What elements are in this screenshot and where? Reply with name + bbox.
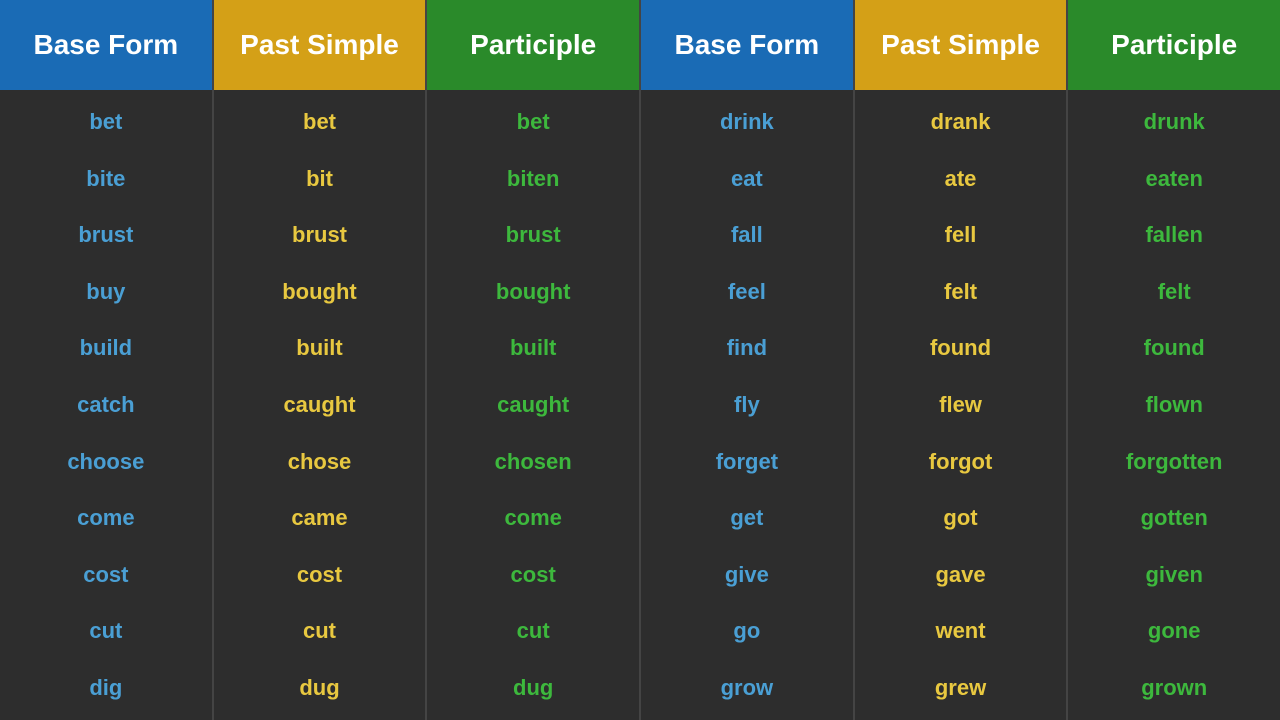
cell-0-8: cost [2, 546, 210, 603]
cell-2-4: built [429, 320, 637, 377]
col-header-2: Participle [427, 0, 639, 90]
col-header-5: Participle [1068, 0, 1280, 90]
cell-2-7: come [429, 490, 637, 547]
col-body-4: drankatefellfeltfoundflewforgotgotgavewe… [855, 90, 1067, 720]
cell-5-5: flown [1070, 377, 1278, 434]
col-body-1: betbitbrustboughtbuiltcaughtchosecamecos… [214, 90, 426, 720]
col-header-4: Past Simple [855, 0, 1067, 90]
cell-0-1: bite [2, 151, 210, 208]
cell-5-8: given [1070, 546, 1278, 603]
cell-4-1: ate [857, 151, 1065, 208]
cell-2-10: dug [429, 659, 637, 716]
cell-5-2: fallen [1070, 207, 1278, 264]
cell-4-7: got [857, 490, 1065, 547]
cell-2-8: cost [429, 546, 637, 603]
cell-1-4: built [216, 320, 424, 377]
cell-5-4: found [1070, 320, 1278, 377]
cell-3-3: feel [643, 264, 851, 321]
cell-4-5: flew [857, 377, 1065, 434]
main-table: Base Formbetbitebrustbuybuildcatchchoose… [0, 0, 1280, 720]
cell-4-3: felt [857, 264, 1065, 321]
cell-1-1: bit [216, 151, 424, 208]
cell-0-2: brust [2, 207, 210, 264]
column-3: Base Formdrinkeatfallfeelfindflyforgetge… [641, 0, 855, 720]
cell-3-9: go [643, 603, 851, 660]
cell-3-10: grow [643, 659, 851, 716]
cell-4-4: found [857, 320, 1065, 377]
cell-5-7: gotten [1070, 490, 1278, 547]
cell-0-4: build [2, 320, 210, 377]
cell-5-0: drunk [1070, 94, 1278, 151]
cell-5-3: felt [1070, 264, 1278, 321]
cell-0-3: buy [2, 264, 210, 321]
cell-3-8: give [643, 546, 851, 603]
cell-2-3: bought [429, 264, 637, 321]
cell-1-3: bought [216, 264, 424, 321]
cell-2-1: biten [429, 151, 637, 208]
column-5: Participledrunkeatenfallenfeltfoundflown… [1068, 0, 1280, 720]
cell-2-9: cut [429, 603, 637, 660]
col-header-3: Base Form [641, 0, 853, 90]
cell-3-4: find [643, 320, 851, 377]
cell-2-6: chosen [429, 433, 637, 490]
cell-2-5: caught [429, 377, 637, 434]
col-header-0: Base Form [0, 0, 212, 90]
col-body-5: drunkeatenfallenfeltfoundflownforgotteng… [1068, 90, 1280, 720]
cell-0-6: choose [2, 433, 210, 490]
cell-3-2: fall [643, 207, 851, 264]
cell-3-7: get [643, 490, 851, 547]
cell-3-5: fly [643, 377, 851, 434]
col-body-2: betbitenbrustboughtbuiltcaughtchosencome… [427, 90, 639, 720]
cell-5-9: gone [1070, 603, 1278, 660]
cell-1-5: caught [216, 377, 424, 434]
cell-0-5: catch [2, 377, 210, 434]
cell-1-8: cost [216, 546, 424, 603]
cell-1-10: dug [216, 659, 424, 716]
cell-2-2: brust [429, 207, 637, 264]
column-0: Base Formbetbitebrustbuybuildcatchchoose… [0, 0, 214, 720]
column-4: Past Simpledrankatefellfeltfoundflewforg… [855, 0, 1069, 720]
cell-0-0: bet [2, 94, 210, 151]
cell-5-1: eaten [1070, 151, 1278, 208]
col-header-1: Past Simple [214, 0, 426, 90]
cell-4-10: grew [857, 659, 1065, 716]
column-1: Past Simplebetbitbrustboughtbuiltcaughtc… [214, 0, 428, 720]
cell-1-9: cut [216, 603, 424, 660]
column-2: Participlebetbitenbrustboughtbuiltcaught… [427, 0, 641, 720]
cell-1-2: brust [216, 207, 424, 264]
cell-4-2: fell [857, 207, 1065, 264]
cell-4-0: drank [857, 94, 1065, 151]
cell-3-6: forget [643, 433, 851, 490]
cell-0-7: come [2, 490, 210, 547]
cell-3-0: drink [643, 94, 851, 151]
cell-3-1: eat [643, 151, 851, 208]
cell-5-10: grown [1070, 659, 1278, 716]
cell-0-10: dig [2, 659, 210, 716]
cell-4-8: gave [857, 546, 1065, 603]
cell-1-7: came [216, 490, 424, 547]
cell-1-0: bet [216, 94, 424, 151]
col-body-0: betbitebrustbuybuildcatchchoosecomecostc… [0, 90, 212, 720]
col-body-3: drinkeatfallfeelfindflyforgetgetgivegogr… [641, 90, 853, 720]
cell-5-6: forgotten [1070, 433, 1278, 490]
cell-0-9: cut [2, 603, 210, 660]
cell-2-0: bet [429, 94, 637, 151]
cell-1-6: chose [216, 433, 424, 490]
cell-4-6: forgot [857, 433, 1065, 490]
cell-4-9: went [857, 603, 1065, 660]
